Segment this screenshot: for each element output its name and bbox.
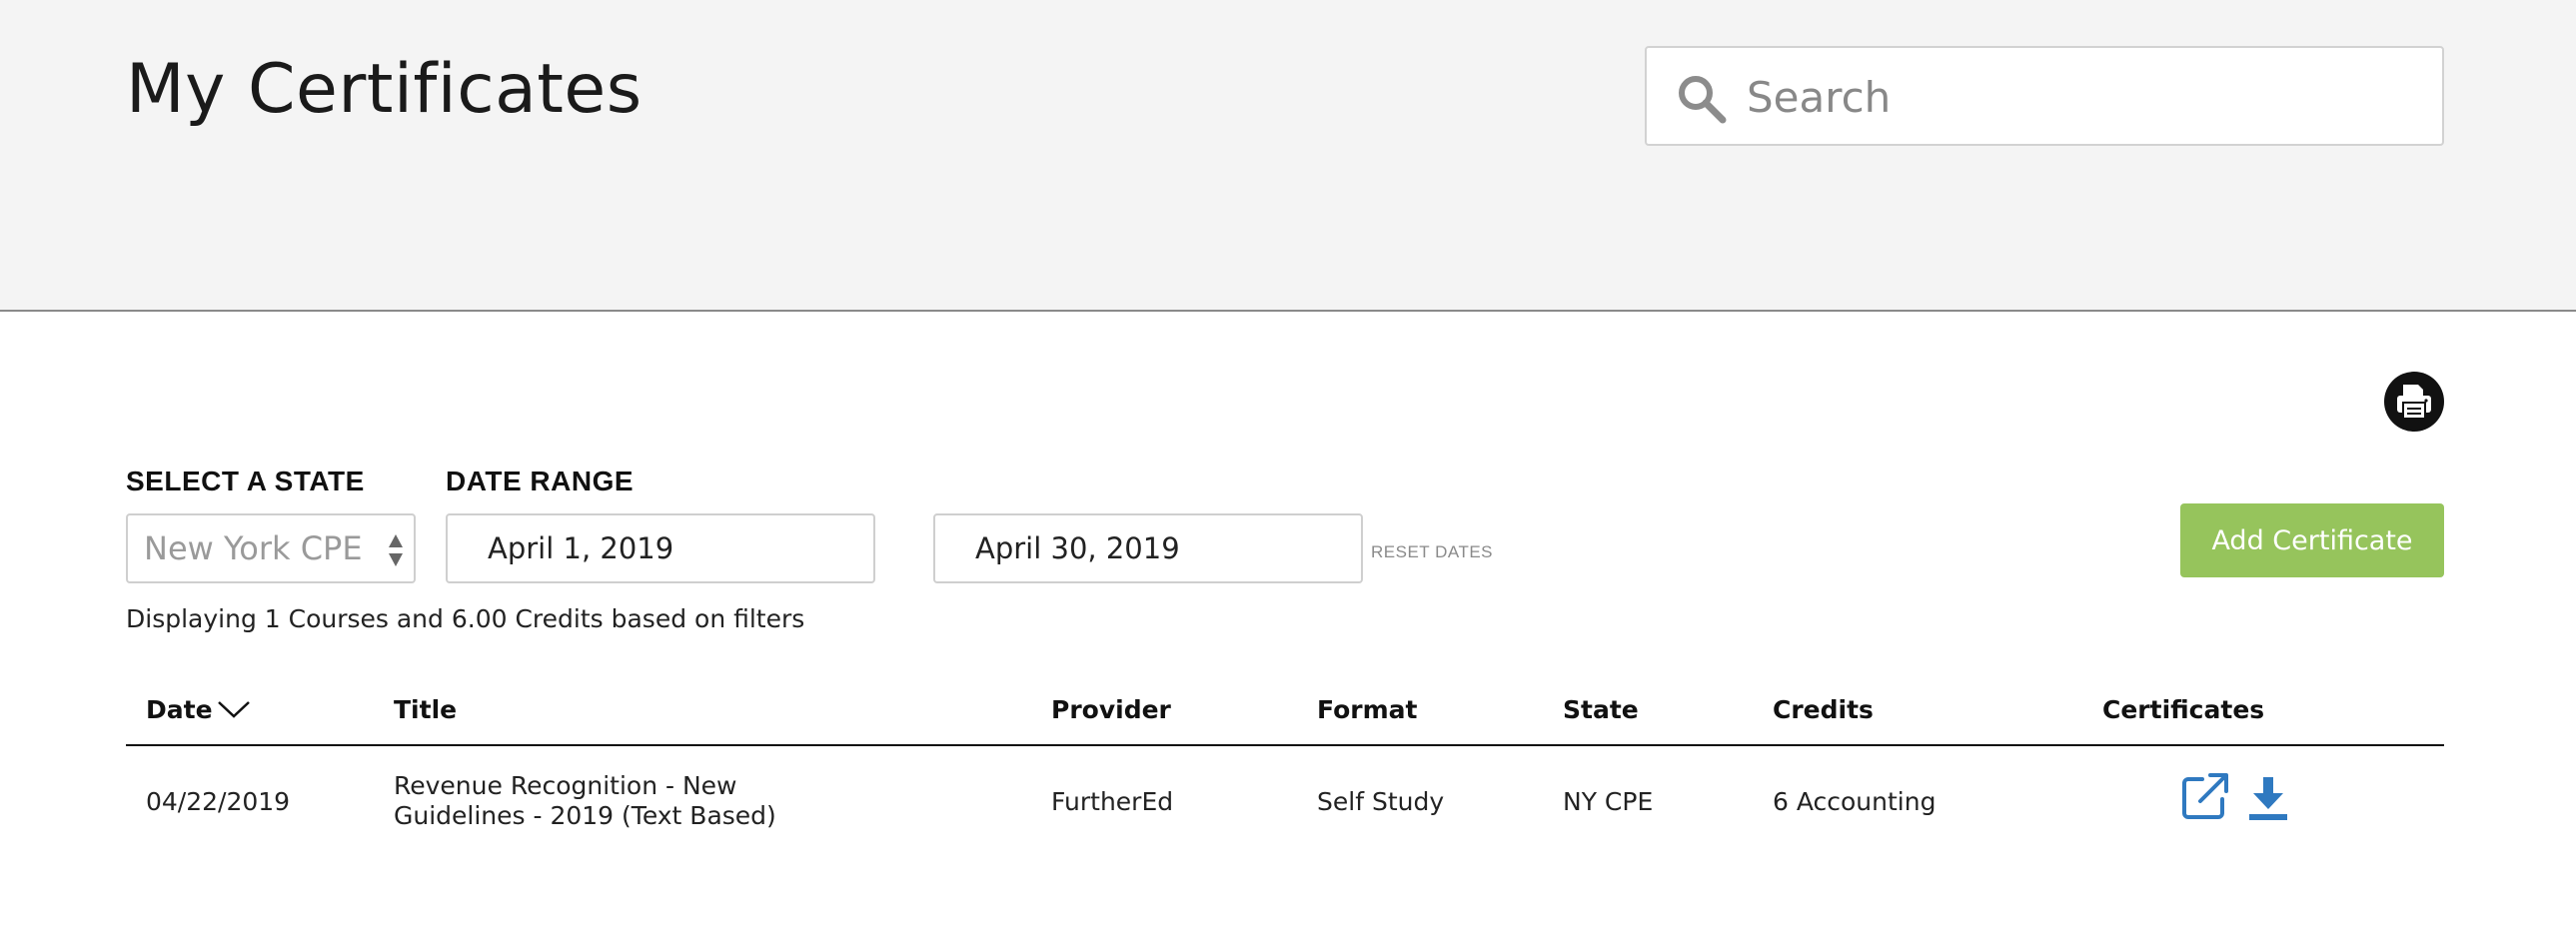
column-header-title: Title bbox=[394, 695, 458, 724]
state-select-value: New York CPE bbox=[144, 529, 363, 567]
date-range-label: DATE RANGE bbox=[446, 466, 635, 496]
external-link-icon[interactable] bbox=[2180, 771, 2230, 821]
search-box[interactable] bbox=[1645, 46, 2444, 146]
state-select[interactable]: New York CPE bbox=[126, 513, 416, 583]
column-header-credits: Credits bbox=[1773, 695, 1874, 724]
page-title: My Certificates bbox=[126, 50, 643, 129]
download-icon[interactable] bbox=[2248, 775, 2288, 821]
row-title-line-2: Guidelines - 2019 (Text Based) bbox=[394, 801, 776, 830]
page-header: My Certificates bbox=[0, 0, 2576, 312]
end-date-field[interactable]: April 30, 2019 bbox=[933, 513, 1363, 583]
sort-descending-icon[interactable] bbox=[216, 698, 252, 720]
column-header-provider: Provider bbox=[1051, 695, 1171, 724]
table-header-divider bbox=[126, 744, 2444, 746]
state-filter-label: SELECT A STATE bbox=[126, 466, 365, 496]
row-format: Self Study bbox=[1317, 787, 1445, 816]
search-icon bbox=[1679, 76, 1727, 124]
start-date-field[interactable]: April 1, 2019 bbox=[446, 513, 875, 583]
column-header-date[interactable]: Date bbox=[146, 695, 213, 724]
results-summary: Displaying 1 Courses and 6.00 Credits ba… bbox=[126, 604, 805, 633]
row-provider: FurtherEd bbox=[1051, 787, 1174, 816]
reset-dates-link[interactable]: RESET DATES bbox=[1371, 542, 1493, 562]
printer-icon bbox=[2397, 385, 2431, 420]
add-certificate-button[interactable]: Add Certificate bbox=[2180, 503, 2444, 577]
print-button[interactable] bbox=[2384, 372, 2444, 432]
row-title: Revenue Recognition - New Guidelines - 2… bbox=[394, 771, 813, 831]
row-state: NY CPE bbox=[1563, 787, 1654, 816]
column-header-format: Format bbox=[1317, 695, 1418, 724]
search-input[interactable] bbox=[1747, 62, 2426, 132]
column-header-certificates: Certificates bbox=[2102, 695, 2265, 724]
column-header-state: State bbox=[1563, 695, 1639, 724]
select-arrows-icon bbox=[389, 534, 403, 566]
row-title-line-1: Revenue Recognition - New bbox=[394, 771, 737, 800]
row-credits: 6 Accounting bbox=[1773, 787, 1936, 816]
row-date: 04/22/2019 bbox=[146, 787, 291, 816]
